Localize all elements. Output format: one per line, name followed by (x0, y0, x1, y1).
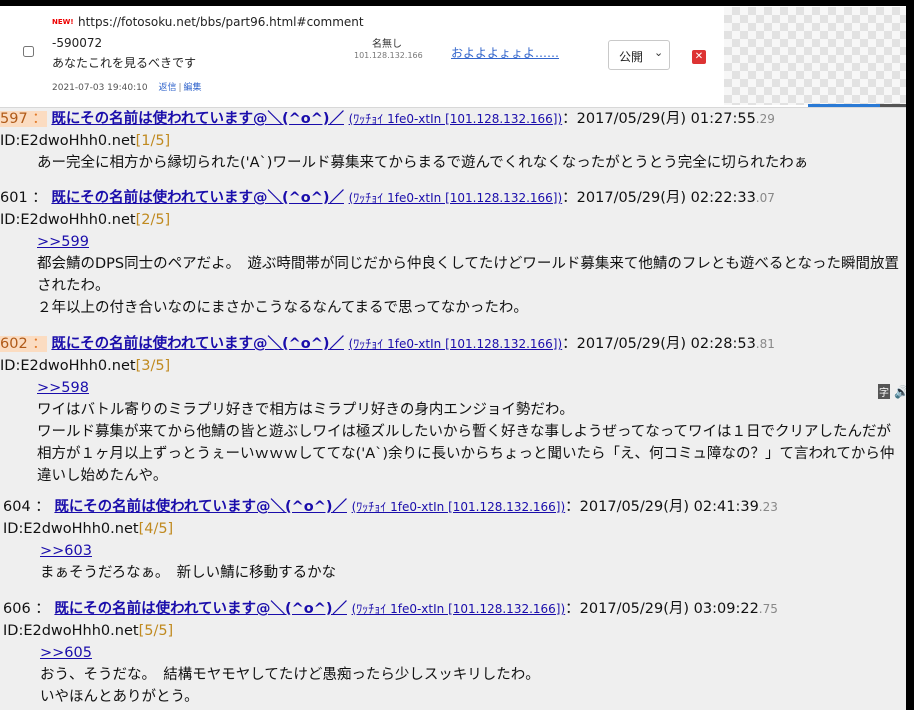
post-597: 597 ： 既にその名前は使われています@＼(^o^)／ (ﾜｯﾁｮｲ 1fe0… (0, 108, 906, 174)
post-count: [2/5] (135, 212, 171, 228)
post-text-line: ワールド募集が来てから他鯖の皆と遊ぶしワイは極ズルしたいから暫く好きな事しようぜ… (37, 424, 895, 484)
post-text-line: あー完全に相方から縁切られた('A`)ワールド募集来てからまるで遊んでくれなくな… (37, 155, 809, 171)
post-count: [3/5] (135, 358, 171, 374)
close-icon[interactable]: ✕ (692, 50, 706, 64)
poster-id: ID:E2dwoHhh0.net (3, 521, 139, 537)
post-text-line: まぁそうだろなぁ。 新しい鯖に移動するかな (40, 565, 337, 581)
post-body: >>603 まぁそうだろなぁ。 新しい鯖に移動するかな (40, 540, 906, 584)
post-header: 601 ： 既にその名前は使われています@＼(^o^)／ (ﾜｯﾁｮｲ 1fe0… (0, 190, 775, 206)
post-ms: .23 (758, 500, 778, 514)
post-date: ：2017/05/29(月) 02:41:39 (565, 499, 759, 515)
poster-name-link[interactable]: 既にその名前は使われています@＼(^o^)／ (51, 336, 344, 352)
comment-datetime: 2021-07-03 19:40:10 (52, 83, 148, 93)
post-text-line: 都会鯖のDPS同士のペアだよ。 遊ぶ時間帯が同じだから仲良くしてたけどワールド募… (37, 256, 899, 294)
scroll-track (880, 104, 906, 107)
comment-url-line2: -590072 (52, 36, 103, 50)
poster-trip-link[interactable]: (ﾜｯﾁｮｲ 1fe0-xtIn [101.128.132.166]) (349, 191, 563, 205)
thumbnail-preview (724, 7, 906, 105)
poster-trip-link[interactable]: (ﾜｯﾁｮｲ 1fe0-xtIn [101.128.132.166]) (352, 602, 566, 616)
chevron-down-icon: ⌄ (654, 46, 664, 59)
post-601: 601 ： 既にその名前は使われています@＼(^o^)／ (ﾜｯﾁｮｲ 1fe0… (0, 187, 906, 319)
post-ms: .81 (755, 337, 775, 351)
poster-name-link[interactable]: 既にその名前は使われています@＼(^o^)／ (54, 499, 347, 515)
reply-anchor-link[interactable]: >>605 (40, 645, 92, 661)
post-number-highlight: 602 ： (0, 336, 47, 352)
post-body: >>605 おう、そうだな。 結構モヤモヤしてたけど愚痴ったら少しスッキリしたわ… (40, 642, 906, 708)
comment-row: NEW! https://fotosoku.net/bbs/part96.htm… (0, 6, 906, 108)
poster-trip-link[interactable]: (ﾜｯﾁｮｲ 1fe0-xtIn [101.128.132.166]) (352, 500, 566, 514)
post-number[interactable]: 606 (3, 601, 31, 617)
new-badge: NEW! (52, 18, 74, 26)
comment-meta: 2021-07-03 19:40:10 返信 | 編集 (52, 83, 202, 93)
reply-anchor-link[interactable]: >>598 (37, 380, 89, 396)
post-text-line: いやほんとありがとう。 (40, 689, 199, 705)
post-number[interactable]: 597 (0, 111, 28, 127)
post-ms: .29 (755, 112, 775, 126)
scroll-progress-bar (808, 104, 880, 107)
post-body: >>598 ワイはバトル寄りのミラプリ好きで相方はミラプリ好きの身内エンジョイ勢… (37, 377, 906, 487)
post-606: 606 ： 既にその名前は使われています@＼(^o^)／ (ﾜｯﾁｮｲ 1fe0… (3, 598, 906, 708)
poster-name-link[interactable]: 既にその名前は使われています@＼(^o^)／ (51, 190, 344, 206)
post-602: 602 ： 既にその名前は使われています@＼(^o^)／ (ﾜｯﾁｮｲ 1fe0… (0, 333, 906, 487)
post-id-line: ID:E2dwoHhh0.net[1/5] (0, 130, 906, 152)
post-date: ：2017/05/29(月) 03:09:22 (565, 601, 759, 617)
post-date: ：2017/05/29(月) 01:27:55 (562, 111, 756, 127)
browser-viewport: NEW! https://fotosoku.net/bbs/part96.htm… (0, 6, 906, 710)
post-count: [1/5] (135, 133, 171, 149)
post-body: あー完全に相方から縁切られた('A`)ワールド募集来てからまるで遊んでくれなくな… (37, 152, 906, 174)
poster-name-link[interactable]: 既にその名前は使われています@＼(^o^)／ (54, 601, 347, 617)
post-id-line: ID:E2dwoHhh0.net[2/5] (0, 209, 906, 231)
post-header: 597 ： 既にその名前は使われています@＼(^o^)／ (ﾜｯﾁｮｲ 1fe0… (0, 108, 906, 130)
comment-author-ip: 101.128.132.166 (354, 51, 423, 60)
post-number[interactable]: 602 (0, 336, 28, 352)
post-header: 606 ： 既にその名前は使われています@＼(^o^)／ (ﾜｯﾁｮｲ 1fe0… (3, 601, 778, 617)
poster-id: ID:E2dwoHhh0.net (3, 623, 139, 639)
post-date: ：2017/05/29(月) 02:28:53 (562, 336, 756, 352)
edit-link[interactable]: 編集 (184, 83, 202, 93)
post-ms: .07 (755, 191, 775, 205)
post-id-line: ID:E2dwoHhh0.net[3/5] (0, 355, 906, 377)
post-id-line: ID:E2dwoHhh0.net[5/5] (3, 620, 906, 642)
comment-page-link[interactable]: およよよょょよ…… (451, 44, 559, 61)
reply-link[interactable]: 返信 (158, 83, 176, 93)
visibility-select[interactable]: 公開 ⌄ (608, 40, 670, 70)
post-number-highlight: 597 ： (0, 111, 47, 127)
comment-url-line1: https://fotosoku.net/bbs/part96.html#com… (78, 15, 364, 29)
side-tools: 字 🔊 (878, 384, 906, 399)
poster-id: ID:E2dwoHhh0.net (0, 133, 136, 149)
visibility-value: 公開 (619, 50, 644, 64)
speaker-icon[interactable]: 🔊 (894, 385, 906, 399)
post-text-line: ワイはバトル寄りのミラプリ好きで相方はミラプリ好きの身内エンジョイ勢だわ。 (37, 402, 574, 418)
post-id-line: ID:E2dwoHhh0.net[4/5] (3, 518, 906, 540)
comment-author-name: 名無し (372, 39, 402, 50)
reply-anchor-link[interactable]: >>599 (37, 234, 89, 250)
post-ms: .75 (758, 602, 778, 616)
post-number[interactable]: 604 (3, 499, 31, 515)
reply-anchor-link[interactable]: >>603 (40, 543, 92, 559)
post-header: 602 ： 既にその名前は使われています@＼(^o^)／ (ﾜｯﾁｮｲ 1fe0… (0, 333, 906, 355)
post-604: 604 ： 既にその名前は使われています@＼(^o^)／ (ﾜｯﾁｮｲ 1fe0… (3, 496, 906, 584)
select-checkbox[interactable] (23, 46, 34, 57)
post-text-line: おう、そうだな。 結構モヤモヤしてたけど愚痴ったら少しスッキリしたわ。 (40, 667, 540, 683)
poster-name-link[interactable]: 既にその名前は使われています@＼(^o^)／ (51, 111, 344, 127)
poster-trip-link[interactable]: (ﾜｯﾁｮｲ 1fe0-xtIn [101.128.132.166]) (349, 337, 563, 351)
post-count: [4/5] (138, 521, 174, 537)
comment-text: あなたこれを見るべきです (52, 56, 197, 70)
poster-id: ID:E2dwoHhh0.net (0, 358, 136, 374)
post-date: ：2017/05/29(月) 02:22:33 (562, 190, 756, 206)
poster-trip-link[interactable]: (ﾜｯﾁｮｲ 1fe0-xtIn [101.128.132.166]) (349, 112, 563, 126)
post-body: >>599 都会鯖のDPS同士のペアだよ。 遊ぶ時間帯が同じだから仲良くしてたけ… (37, 231, 906, 319)
translate-icon[interactable]: 字 (878, 384, 890, 399)
post-number[interactable]: 601 (0, 190, 28, 206)
poster-id: ID:E2dwoHhh0.net (0, 212, 136, 228)
post-count: [5/5] (138, 623, 174, 639)
post-header: 604 ： 既にその名前は使われています@＼(^o^)／ (ﾜｯﾁｮｲ 1fe0… (3, 499, 778, 515)
post-text-line: ２年以上の付き合いなのにまさかこうなるなんてまるで思ってなかったわ。 (37, 300, 528, 316)
